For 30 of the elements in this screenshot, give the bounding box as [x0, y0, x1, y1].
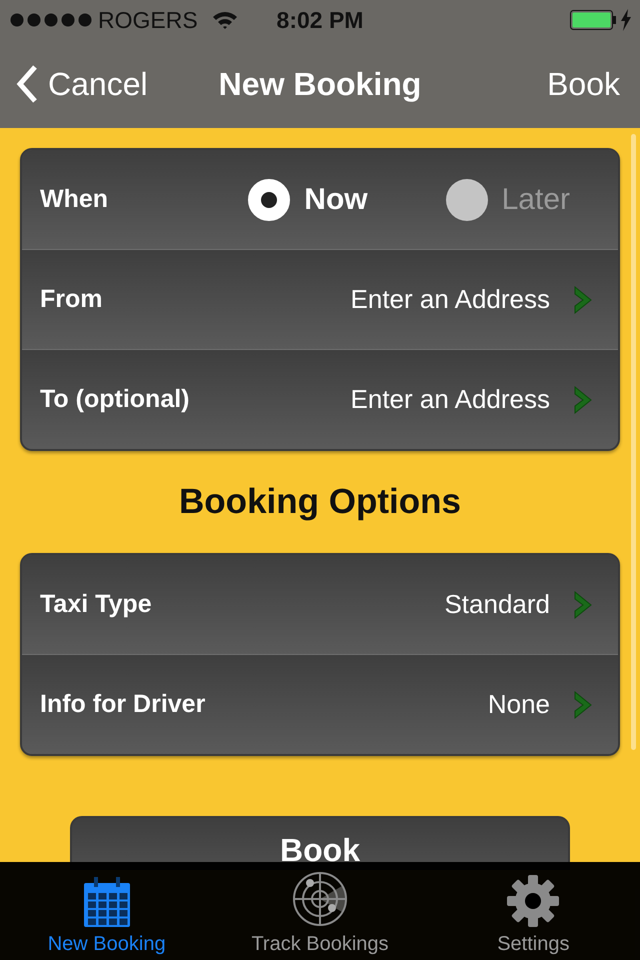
chevron-icon — [572, 284, 594, 316]
chevron-icon — [572, 688, 594, 720]
tab-label: New Booking — [48, 933, 166, 956]
chevron-icon — [572, 384, 594, 416]
option-value[interactable]: None — [488, 689, 550, 720]
tab-label: Track Bookings — [251, 933, 389, 956]
battery-icon — [570, 10, 616, 30]
book-nav-button[interactable]: Book — [547, 66, 620, 102]
row-label: Taxi Type — [40, 590, 153, 619]
chevron-icon — [572, 588, 594, 620]
address-value[interactable]: Enter an Address — [350, 384, 550, 415]
row-label: To (optional) — [40, 385, 190, 414]
signal-icon — [10, 13, 92, 27]
row-label: Info for Driver — [40, 690, 206, 719]
cancel-button[interactable]: Cancel — [16, 65, 148, 103]
time-radio-option[interactable]: Now — [248, 178, 368, 220]
row-label: From — [40, 285, 104, 314]
gear-icon — [507, 875, 560, 927]
tab-label: Settings — [497, 933, 570, 956]
status-time: 8:02 PM — [276, 6, 364, 34]
section-heading: Booking Options — [179, 481, 461, 523]
back-chevron-icon — [16, 65, 38, 103]
option-value[interactable]: Standard — [444, 589, 550, 620]
wifi-icon — [212, 10, 238, 30]
calendar-icon — [82, 877, 131, 927]
radar-icon — [292, 871, 348, 927]
nav-title: New Booking — [218, 66, 422, 102]
carrier-name: ROGERS — [98, 6, 198, 34]
row-label: When — [40, 185, 110, 214]
address-value[interactable]: Enter an Address — [350, 284, 550, 315]
